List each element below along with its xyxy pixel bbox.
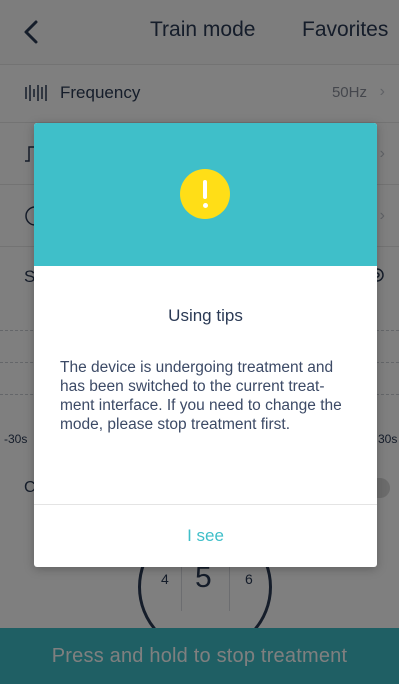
dialog-message: The device is undergoing treatment and h…: [60, 359, 342, 433]
dialog-header-band: [34, 123, 377, 266]
warning-icon: [180, 169, 230, 219]
tips-dialog: Using tips The device is undergoing trea…: [34, 123, 377, 567]
dialog-title: Using tips: [168, 306, 243, 325]
i-see-button[interactable]: I see: [34, 505, 377, 567]
